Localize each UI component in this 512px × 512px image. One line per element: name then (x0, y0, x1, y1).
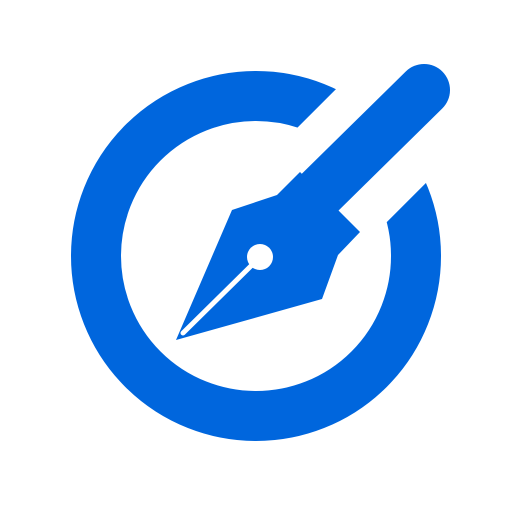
app-icon-canvas (0, 0, 512, 512)
fountain-pen-in-ring-icon (71, 64, 450, 441)
pen-nib-hole (247, 244, 273, 270)
